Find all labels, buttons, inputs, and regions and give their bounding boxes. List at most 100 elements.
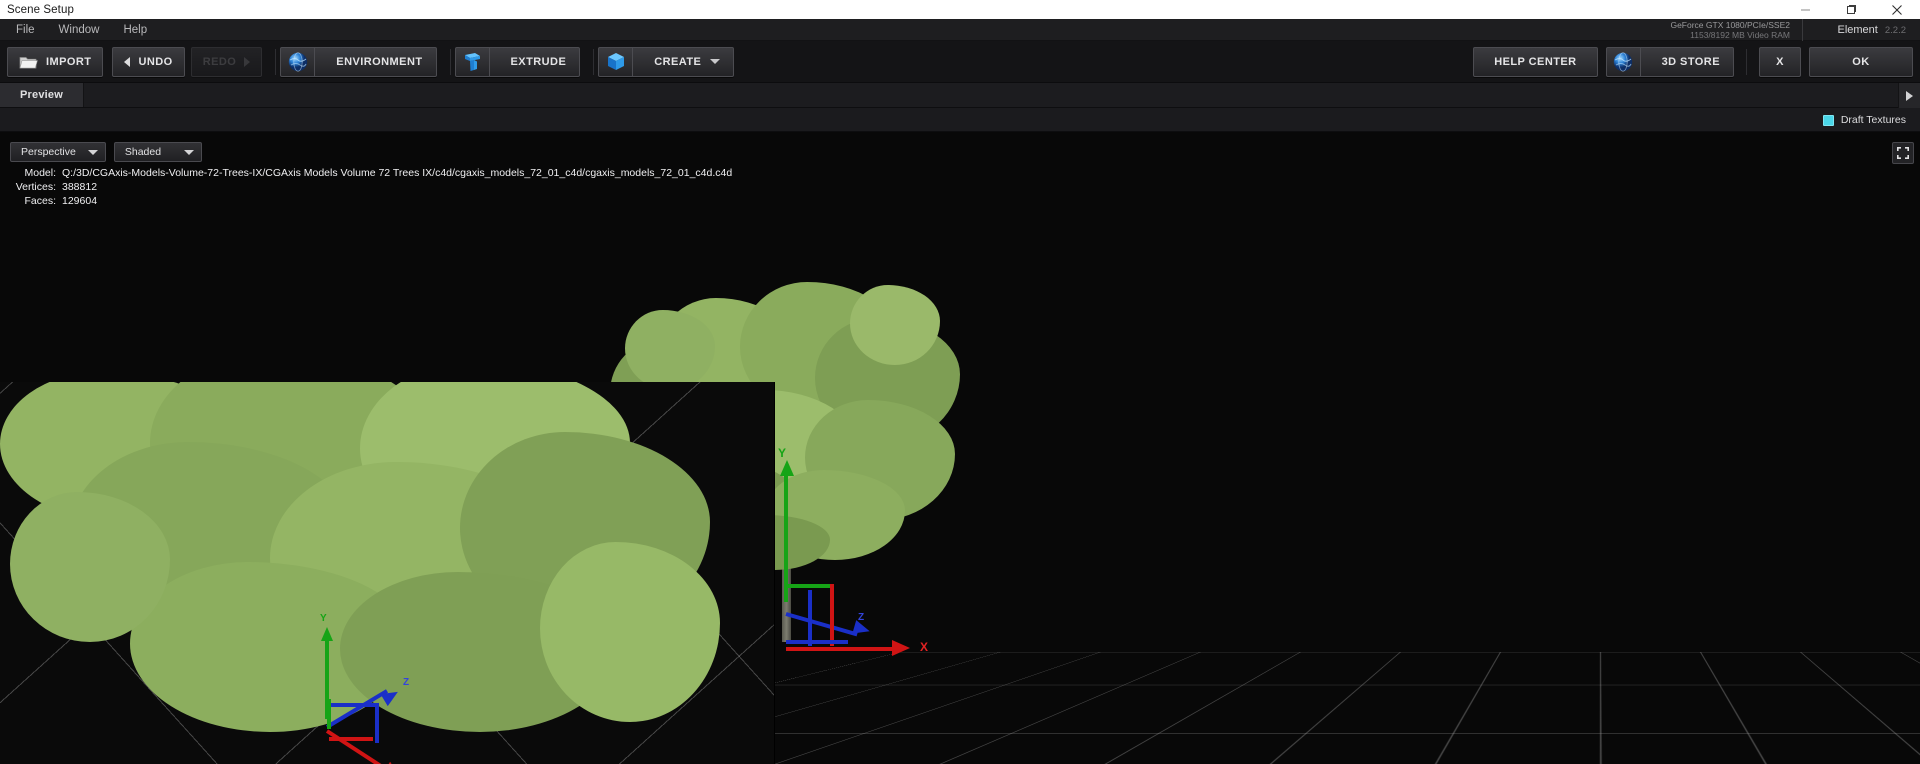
tab-scroll-right-button[interactable] (1898, 83, 1920, 108)
gizmo-y-label: Y (778, 446, 787, 460)
draft-textures-checkbox[interactable] (1822, 114, 1834, 126)
minimize-icon[interactable] (1782, 0, 1828, 19)
options-strip: Draft Textures (0, 108, 1920, 132)
create-group: CREATE (598, 46, 735, 77)
extrude-button[interactable]: EXTRUDE (454, 46, 581, 77)
gizmo2-plane-handle-d[interactable] (329, 737, 373, 741)
maximize-icon[interactable] (1828, 0, 1874, 19)
gizmo2-plane-handle-c[interactable] (327, 699, 331, 729)
gizmo-z-label: Z (858, 612, 865, 623)
globe-icon (1607, 47, 1641, 76)
transform-gizmo[interactable]: Y X Z (778, 446, 960, 662)
tab-bar: Preview (0, 83, 1920, 108)
projection-dropdown[interactable]: Perspective (10, 142, 106, 162)
undo-button[interactable]: UNDO (112, 46, 185, 77)
fit-to-view-button[interactable] (1892, 142, 1914, 164)
product-brand: Element 2.2.2 (1838, 19, 1907, 41)
arrow-right-icon (244, 56, 251, 67)
viewport-controls: Perspective Shaded (10, 142, 202, 162)
tab-preview[interactable]: Preview (0, 83, 84, 107)
extrude-t-icon (456, 47, 490, 76)
undo-label: UNDO (138, 55, 173, 68)
environment-group: ENVIRONMENT (280, 46, 437, 77)
import-label: IMPORT (46, 55, 92, 68)
extrude-label: EXTRUDE (510, 55, 567, 68)
gizmo2-x-axis[interactable] (325, 729, 389, 764)
store-3d-button[interactable]: 3D STORE (1605, 46, 1734, 77)
menu-bar: File Window Help GeForce GTX 1080/PCIe/S… (0, 19, 1920, 41)
gizmo2-y-label: Y (320, 613, 327, 624)
gizmo-plane-zx-handle[interactable] (786, 640, 848, 644)
toolbar-divider-2 (449, 48, 451, 75)
close-icon[interactable] (1874, 0, 1920, 19)
faces-key: Faces: (24, 195, 56, 207)
draft-textures-label: Draft Textures (1840, 114, 1906, 126)
model-info-row-model: Model: Q:/3D/CGAxis-Models-Volume-72-Tre… (0, 166, 732, 180)
menu-item-help[interactable]: Help (111, 19, 159, 41)
gizmo-plane-handle-b[interactable] (808, 590, 812, 646)
help-center-button[interactable]: HELP CENTER (1473, 46, 1598, 77)
gizmo2-z-arrowhead (380, 685, 402, 707)
shading-value: Shaded (124, 146, 162, 158)
product-version: 2.2.2 (1884, 24, 1906, 36)
redo-label: REDO (202, 55, 237, 68)
toolbar-divider-1 (275, 48, 277, 75)
toolbar-right-group: HELP CENTER 3D STORE X OK (1473, 46, 1913, 77)
preview-viewport[interactable]: Y X Z Y Z Perspective Shaded Model: Q:/3… (0, 132, 1920, 764)
title-bar: Scene Setup (0, 0, 1920, 19)
chevron-down-icon[interactable] (710, 59, 721, 64)
model-info-row-faces: Faces: 129604 (0, 194, 732, 208)
ok-button[interactable]: OK (1809, 46, 1913, 77)
gizmo-z-axis[interactable] (785, 612, 858, 637)
gpu-name: GeForce GTX 1080/PCIe/SSE2 (1670, 20, 1790, 30)
cube-icon (599, 47, 634, 76)
globe-icon (281, 47, 316, 76)
arrow-left-icon (124, 56, 131, 67)
toolbar-divider-3 (593, 48, 595, 75)
gizmo-x-axis[interactable] (786, 647, 896, 651)
secondary-viewport[interactable]: Y Z (0, 382, 775, 764)
create-button[interactable]: CREATE (598, 46, 735, 77)
help-center-label: HELP CENTER (1494, 55, 1577, 68)
environment-label: ENVIRONMENT (336, 55, 423, 68)
chevron-right-icon (1906, 90, 1913, 101)
chevron-down-icon (183, 149, 194, 155)
folder-icon (19, 54, 38, 70)
store-3d-label: 3D STORE (1661, 55, 1720, 68)
window-title: Scene Setup (7, 3, 74, 16)
gizmo2-plane-handle-b[interactable] (375, 703, 379, 743)
menu-item-file[interactable]: File (0, 19, 47, 41)
gizmo-y-axis[interactable] (784, 472, 788, 602)
gpu-vram: 1153/8192 MB Video RAM (1690, 30, 1790, 40)
fit-to-view-icon (1896, 146, 1910, 160)
faces-value: 129604 (62, 195, 98, 207)
create-label: CREATE (654, 55, 702, 68)
model-path-value: Q:/3D/CGAxis-Models-Volume-72-Trees-IX/C… (62, 167, 733, 179)
vertices-key: Vertices: (15, 181, 56, 193)
gizmo2-z-label: Z (403, 677, 410, 688)
environment-button[interactable]: ENVIRONMENT (280, 46, 437, 77)
model-path-key: Model: (24, 167, 56, 179)
gizmo-x-arrowhead (892, 640, 910, 656)
history-group: UNDO REDO (112, 46, 263, 77)
projection-value: Perspective (21, 146, 76, 158)
gizmo2-y-arrowhead (321, 627, 333, 641)
window-controls (1782, 0, 1920, 19)
gizmo-plane-handle-r[interactable] (830, 584, 834, 646)
extrude-group: EXTRUDE (454, 46, 581, 77)
shading-dropdown[interactable]: Shaded (113, 142, 202, 162)
product-name: Element (1837, 24, 1878, 36)
chevron-down-icon (87, 149, 98, 155)
cancel-button[interactable]: X (1759, 46, 1801, 77)
gizmo-x-label: X (920, 640, 929, 654)
secondary-transform-gizmo[interactable]: Y Z (315, 613, 455, 764)
vertices-value: 388812 (62, 181, 98, 193)
menu-item-window[interactable]: Window (47, 19, 112, 41)
redo-button[interactable]: REDO (190, 46, 263, 77)
toolbar-divider-4 (1746, 48, 1747, 75)
gpu-status: GeForce GTX 1080/PCIe/SSE2 1153/8192 MB … (1670, 19, 1803, 41)
draft-textures-toggle[interactable]: Draft Textures (1822, 108, 1906, 132)
gizmo2-plane-handle-a[interactable] (329, 703, 379, 707)
import-button[interactable]: IMPORT (7, 46, 104, 77)
gizmo-plane-xy-handle[interactable] (786, 584, 834, 588)
